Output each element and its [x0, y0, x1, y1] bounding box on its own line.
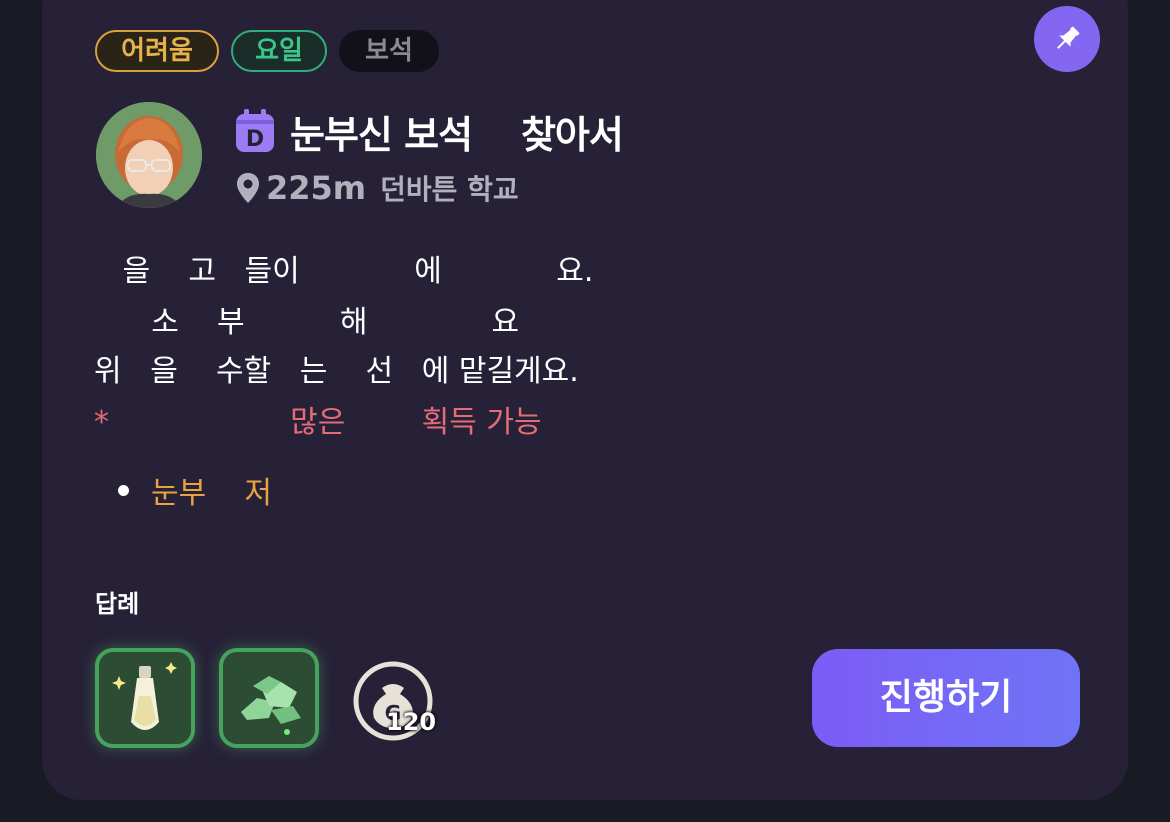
bullet-dot	[118, 484, 129, 496]
pin-icon	[1057, 26, 1080, 49]
description-line: 을 고 들이 에 요.	[94, 254, 594, 289]
quest-location-row: 225m 던바튼 학교	[236, 166, 519, 210]
category-tag: 보석	[339, 30, 439, 72]
objective-item: 눈부 저	[118, 468, 272, 512]
svg-text:D: D	[246, 127, 264, 152]
coin-count: 120	[386, 708, 437, 736]
day-tag: 요일	[231, 30, 327, 72]
rewards-label: 답례	[95, 590, 140, 618]
calendar-d-icon: D	[236, 109, 274, 152]
quest-location: 던바튼 학교	[380, 173, 519, 206]
description-line: 소 부 해 요	[94, 305, 520, 340]
difficulty-tag: 어려움	[95, 30, 219, 72]
avatar	[96, 102, 202, 208]
quest-title: 눈부신 보석 찾아서	[290, 112, 624, 157]
potion-icon	[112, 662, 177, 730]
proceed-button[interactable]: 진행하기	[812, 649, 1080, 747]
pin-button[interactable]	[1034, 6, 1100, 72]
objective-text: 눈부 저	[151, 476, 272, 511]
quest-distance: 225m	[266, 169, 367, 207]
location-pin-icon	[237, 173, 259, 203]
description-note: * 많은 획득 가능	[94, 405, 542, 440]
description-line: 위 을 수할 는 선 에 맡길게요.	[94, 354, 579, 389]
reward-item-potion[interactable]	[95, 648, 195, 748]
reward-item-gems[interactable]	[219, 648, 319, 748]
quest-title-row: D 눈부신 보석 찾아서	[234, 104, 624, 158]
gem-pile-icon	[241, 676, 301, 735]
